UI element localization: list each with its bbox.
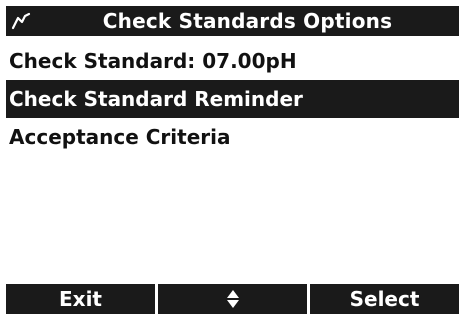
menu-item-acceptance-criteria[interactable]: Acceptance Criteria [6, 118, 459, 156]
navigate-button[interactable] [158, 284, 307, 314]
exit-button[interactable]: Exit [6, 284, 155, 314]
screen-title: Check Standards Options [102, 9, 393, 33]
probe-graph-icon [11, 11, 31, 31]
title-bar: Check Standards Options [6, 6, 459, 36]
device-screen: Check Standards Options Check Standard: … [6, 6, 459, 314]
menu-item-check-standard[interactable]: Check Standard: 07.00pH [6, 42, 459, 80]
options-menu: Check Standard: 07.00pH Check Standard R… [6, 42, 459, 156]
select-button[interactable]: Select [310, 284, 459, 314]
menu-item-check-standard-reminder[interactable]: Check Standard Reminder [6, 80, 459, 118]
up-down-arrows-icon [226, 287, 240, 311]
softkey-bar: Exit Select [6, 284, 459, 314]
